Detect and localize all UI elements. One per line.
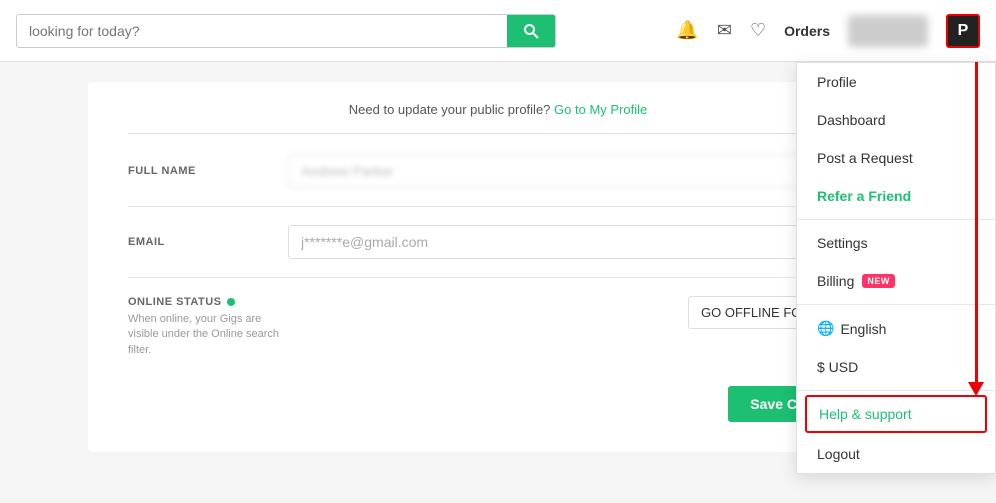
search-bar	[16, 14, 556, 48]
menu-divider-3	[797, 390, 995, 391]
user-avatar	[848, 15, 928, 47]
message-icon[interactable]: ✉	[717, 20, 732, 41]
form-actions: Save Changes	[128, 382, 868, 422]
header-icons: 🔔 ✉ ♡ Orders P	[676, 14, 980, 48]
profile-card: Need to update your public profile? Go t…	[88, 82, 908, 452]
red-arrow-indicator	[968, 62, 984, 396]
menu-item-profile[interactable]: Profile	[797, 63, 995, 101]
email-row: EMAIL	[128, 225, 868, 278]
billing-badge: NEW	[862, 274, 895, 288]
search-input[interactable]	[17, 15, 507, 47]
globe-icon: 🌐	[817, 320, 834, 337]
orders-button[interactable]: Orders	[784, 23, 830, 39]
full-name-row: FULL NAME	[128, 154, 868, 207]
search-button[interactable]	[507, 15, 555, 47]
full-name-input[interactable]	[288, 154, 868, 188]
go-to-profile-link[interactable]: Go to My Profile	[554, 102, 647, 117]
menu-item-settings[interactable]: Settings	[797, 224, 995, 262]
menu-item-currency[interactable]: $ USD	[797, 348, 995, 386]
menu-item-language[interactable]: 🌐 English	[797, 309, 995, 348]
menu-item-help[interactable]: Help & support	[805, 395, 987, 433]
profile-button[interactable]: P	[946, 14, 980, 48]
notice-text: Need to update your public profile?	[349, 102, 551, 117]
online-label-col: ONLINE STATUS When online, your Gigs are…	[128, 296, 288, 358]
email-input[interactable]	[288, 225, 868, 259]
wishlist-icon[interactable]: ♡	[750, 20, 766, 41]
online-status-row: ONLINE STATUS When online, your Gigs are…	[128, 296, 868, 358]
online-dot	[227, 298, 235, 306]
menu-item-billing[interactable]: Billing NEW	[797, 262, 995, 300]
search-icon	[523, 23, 539, 39]
menu-divider-2	[797, 304, 995, 305]
full-name-label: FULL NAME	[128, 165, 288, 177]
menu-divider-1	[797, 219, 995, 220]
online-description: When online, your Gigs are visible under…	[128, 312, 288, 358]
header: 🔔 ✉ ♡ Orders P	[0, 0, 996, 62]
online-status-label: ONLINE STATUS	[128, 296, 288, 308]
profile-initial: P	[958, 22, 969, 40]
dropdown-menu: Profile Dashboard Post a Request Refer a…	[796, 62, 996, 474]
online-status-text: ONLINE STATUS	[128, 296, 221, 308]
email-label: EMAIL	[128, 236, 288, 248]
arrow-head	[968, 382, 984, 396]
profile-notice: Need to update your public profile? Go t…	[128, 102, 868, 134]
menu-item-refer-friend[interactable]: Refer a Friend	[797, 177, 995, 215]
menu-item-post-request[interactable]: Post a Request	[797, 139, 995, 177]
arrow-line	[975, 62, 978, 382]
menu-item-dashboard[interactable]: Dashboard	[797, 101, 995, 139]
notification-icon[interactable]: 🔔	[676, 20, 698, 41]
menu-item-logout[interactable]: Logout	[797, 435, 995, 473]
